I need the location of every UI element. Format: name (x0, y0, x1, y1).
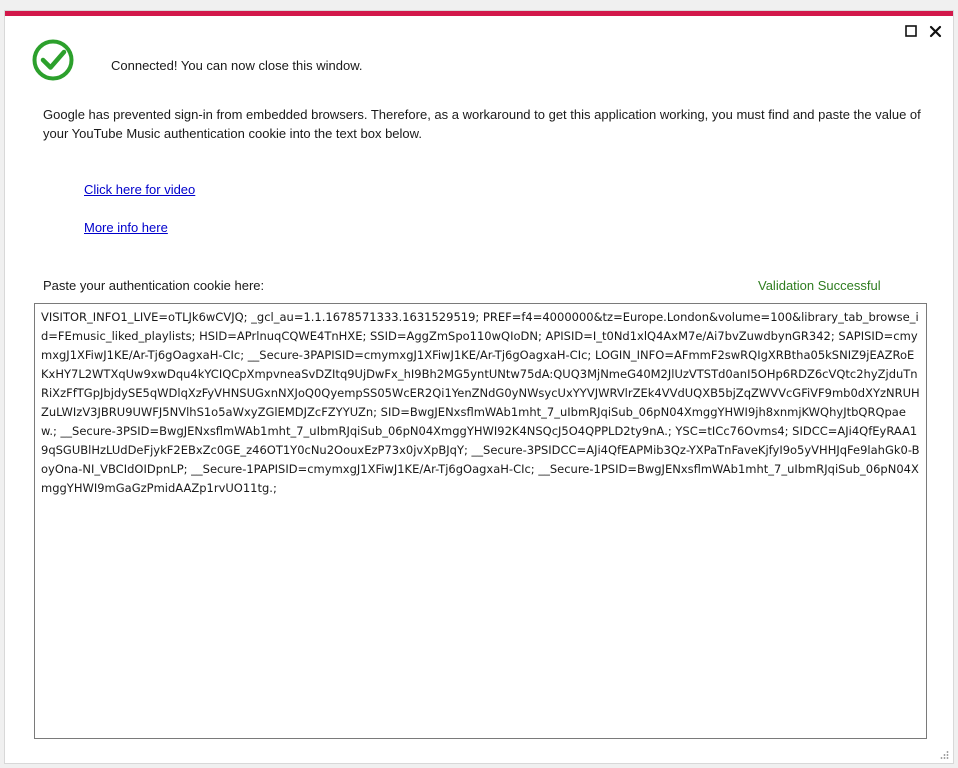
maximize-button[interactable] (903, 23, 919, 39)
close-button[interactable] (927, 23, 943, 39)
maximize-icon (905, 25, 917, 37)
resize-grip-icon[interactable] (939, 750, 949, 760)
video-link[interactable]: Click here for video (84, 182, 195, 197)
validation-status: Validation Successful (758, 278, 881, 293)
close-icon (929, 25, 941, 37)
check-circle-icon (32, 39, 74, 81)
instructions-text: Google has prevented sign-in from embedd… (43, 107, 921, 141)
cookie-label: Paste your authentication cookie here: (43, 278, 265, 293)
cookie-textbox[interactable]: VISITOR_INFO1_LIVE=oTLJk6wCVJQ; _gcl_au=… (34, 303, 927, 739)
accent-bar (5, 11, 953, 16)
auth-window: Connected! You can now close this window… (4, 10, 954, 764)
connected-message: Connected! You can now close this window… (111, 58, 363, 73)
more-info-link[interactable]: More info here (84, 220, 168, 235)
